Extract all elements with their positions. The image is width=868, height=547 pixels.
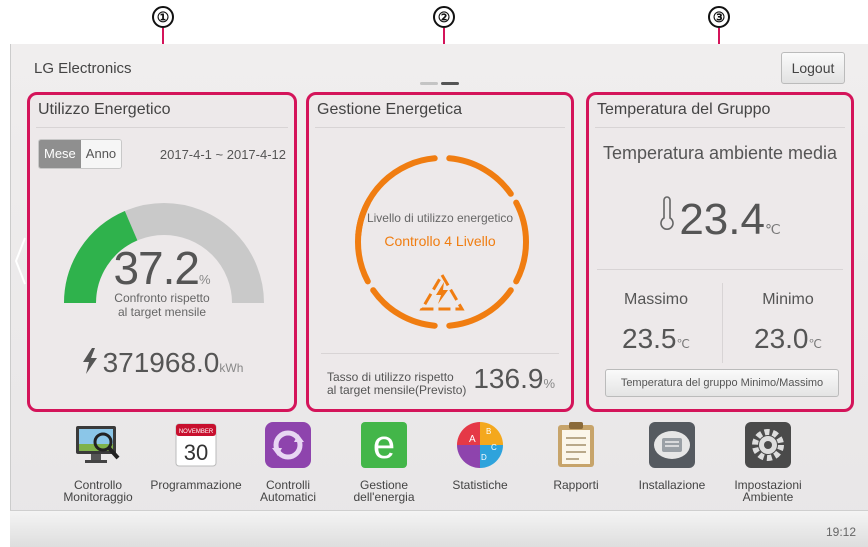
energy-total-unit: kWh: [219, 361, 244, 375]
divider: [595, 127, 845, 128]
dock-label-scheduling: Programmazione: [150, 478, 242, 492]
usage-percent-unit: %: [198, 272, 211, 287]
rate-value-number: 136.9: [473, 363, 544, 394]
thermometer-icon: [660, 196, 675, 230]
callout-marker-3: ③: [708, 6, 730, 28]
dock-item-auto-controls[interactable]: Controlli Automatici: [238, 420, 338, 503]
max-temperature-value: 23.5: [622, 323, 677, 354]
pie-letter-d: D: [481, 453, 487, 462]
energy-total-value: 371968.0: [102, 347, 220, 378]
group-temperature-panel: Temperatura del Gruppo Temperatura ambie…: [586, 92, 854, 412]
group-temperature-title: Temperatura del Gruppo: [597, 101, 771, 118]
divider: [36, 127, 288, 128]
energy-usage-panel: Utilizzo Energetico Mese Anno 2017-4-1 ~…: [27, 92, 297, 412]
chevron-left-icon[interactable]: [14, 236, 26, 286]
callout-marker-2: ②: [433, 6, 455, 28]
period-toggle: Mese Anno: [38, 139, 123, 169]
toggle-month[interactable]: Mese: [39, 140, 81, 168]
monitor-icon: [76, 426, 120, 463]
max-temperature: 23.5℃: [591, 323, 721, 355]
min-temperature-unit: ℃: [808, 337, 822, 351]
avg-temperature: 23.4℃: [589, 195, 851, 245]
page-indicator: [420, 82, 459, 85]
cycle-icon: [265, 422, 311, 468]
dock-label-energy-management-line2: dell'energia: [353, 490, 415, 504]
gauge-caption-line1: Confronto rispetto: [114, 291, 210, 305]
brand-label: LG Electronics: [34, 60, 132, 77]
ceiling-unit-icon: [649, 422, 695, 468]
dock-label-auto-controls-line2: Automatici: [259, 490, 317, 504]
dock-label-environment-settings: Impostazioni Ambiente: [718, 479, 818, 503]
pie-icon: A B C D: [457, 422, 503, 468]
date-range: 2017-4-1 ~ 2017-4-12: [159, 147, 286, 162]
dock-label-reports: Rapporti: [553, 478, 599, 492]
dock-label-monitoring-line2: Monitoraggio: [63, 490, 133, 504]
ring-level: Controllo 4 Livello: [384, 233, 496, 249]
dock-label-energy-management: Gestione dell'energia: [334, 479, 434, 503]
min-temperature-value: 23.0: [754, 323, 809, 354]
clipboard-icon: [558, 422, 594, 467]
recycle-warning-icon: [419, 272, 465, 311]
page-dot-1: [420, 82, 438, 85]
min-label: Minimo: [762, 291, 814, 308]
dock-label-environment-settings-line2: Ambiente: [742, 490, 794, 504]
callout-marker-1: ①: [152, 6, 174, 28]
gauge-caption: Confronto rispetto al target mensile: [30, 291, 294, 319]
dock-label-auto-controls: Controlli Automatici: [238, 479, 338, 503]
energy-usage-title: Utilizzo Energetico: [38, 101, 171, 118]
energy-management-title: Gestione Energetica: [317, 101, 462, 118]
ring-label: Livello di utilizzo energetico: [366, 211, 514, 225]
gauge-caption-line2: al target mensile: [117, 305, 207, 319]
dock-label-monitoring: Controllo Monitoraggio: [48, 479, 148, 503]
max-label: Massimo: [623, 291, 688, 308]
calendar-icon: NOVEMBER 30: [175, 423, 217, 467]
gear-icon: [745, 422, 791, 468]
ring-segment: [446, 155, 514, 197]
usage-percent-value: 37.2: [113, 242, 200, 294]
dock-label-installation: Installazione: [638, 478, 706, 492]
avg-temperature-unit: ℃: [764, 221, 781, 237]
calendar-month: NOVEMBER: [179, 429, 214, 435]
energy-management-panel: Gestione Energetica Livello di utilizzo …: [306, 92, 574, 412]
avg-temperature-label: Temperatura ambiente media: [602, 143, 838, 163]
pie-letter-a: A: [469, 434, 476, 445]
rate-value-unit: %: [543, 376, 555, 391]
divider: [315, 127, 565, 128]
divider: [321, 353, 559, 354]
toggle-year[interactable]: Anno: [80, 140, 122, 168]
energy-total: 371968.0kWh: [30, 347, 294, 379]
dock-item-installation[interactable]: Installazione: [622, 420, 722, 491]
app-dock: Controllo Monitoraggio NOVEMBER 30 Progra…: [40, 420, 860, 510]
avg-temperature-value: 23.4: [679, 195, 765, 244]
dock-item-scheduling[interactable]: NOVEMBER 30 Programmazione: [146, 420, 246, 491]
dock-item-statistics[interactable]: A B C D Statistiche: [430, 420, 530, 491]
group-min-max-button[interactable]: Temperatura del gruppo Minimo/Massimo: [605, 369, 839, 397]
usage-percent: 37.2%: [30, 241, 294, 295]
page-dot-2: [441, 82, 459, 85]
dock-item-energy-management[interactable]: e Gestione dell'energia: [334, 420, 434, 503]
rate-value: 136.9%: [473, 363, 555, 395]
logout-button[interactable]: Logout: [781, 52, 845, 84]
lightning-icon: [82, 348, 97, 374]
dock-label-statistics: Statistiche: [452, 478, 508, 492]
min-temperature: 23.0℃: [723, 323, 853, 355]
status-bar: 19:12: [10, 510, 868, 547]
dock-item-monitoring[interactable]: Controllo Monitoraggio: [48, 420, 148, 503]
pie-letter-c: C: [491, 443, 497, 452]
rate-label: Tasso di utilizzo rispetto al target mens…: [327, 371, 466, 397]
calendar-day: 30: [184, 440, 208, 465]
pie-letter-b: B: [486, 427, 491, 436]
dock-item-environment-settings[interactable]: Impostazioni Ambiente: [718, 420, 818, 503]
energy-e-glyph: e: [373, 423, 395, 467]
clock: 19:12: [825, 525, 856, 539]
divider: [597, 269, 843, 270]
dock-item-reports[interactable]: Rapporti: [526, 420, 626, 491]
rate-label-line2: al target mensile(Previsto): [327, 383, 467, 397]
max-temperature-unit: ℃: [676, 337, 690, 351]
energy-e-icon: e: [361, 422, 407, 468]
